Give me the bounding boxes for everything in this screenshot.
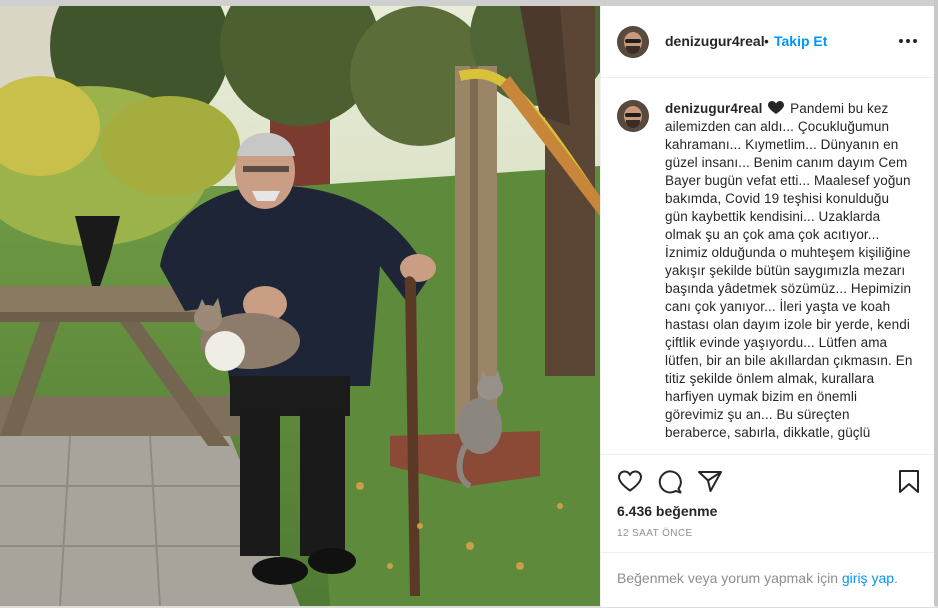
post-actions: 6.436 beğenme 12 SAAT ÖNCE Beğenmek veya… <box>601 454 935 607</box>
login-link[interactable]: giriş yap <box>842 570 894 586</box>
avatar[interactable] <box>617 100 649 132</box>
avatar[interactable] <box>617 26 649 58</box>
follow-button[interactable]: Takip Et <box>774 33 827 49</box>
header-separator: • <box>764 33 769 49</box>
post-header: denizugur4real • Takip Et <box>601 6 935 78</box>
caption: denizugur4real Pandemi bu kez ailemizden… <box>665 100 913 442</box>
bookmark-icon[interactable] <box>898 469 920 495</box>
post-photo-illustration <box>0 6 600 606</box>
page-edge <box>934 0 938 606</box>
heart-icon[interactable] <box>617 469 643 493</box>
post-photo[interactable] <box>0 6 600 606</box>
login-prompt-text: Beğenmek veya yorum yapmak için <box>617 570 838 586</box>
caption-text: Pandemi bu kez ailemizden can aldı... Ço… <box>665 101 913 440</box>
more-horizontal-icon[interactable] <box>899 36 919 46</box>
likes-count[interactable]: 6.436 beğenme <box>617 503 717 519</box>
caption-username[interactable]: denizugur4real <box>665 101 762 116</box>
send-icon[interactable] <box>697 469 723 493</box>
comment-icon[interactable] <box>657 469 683 495</box>
login-prompt: Beğenmek veya yorum yapmak için giriş ya… <box>601 552 935 608</box>
post-side-panel: denizugur4real • Takip Et denizugur4real… <box>600 6 935 607</box>
login-prompt-suffix: . <box>894 570 898 586</box>
black-heart-icon <box>768 101 785 114</box>
caption-area: denizugur4real Pandemi bu kez ailemizden… <box>601 78 935 454</box>
post-timestamp[interactable]: 12 SAAT ÖNCE <box>617 528 693 539</box>
header-username[interactable]: denizugur4real <box>665 33 765 49</box>
